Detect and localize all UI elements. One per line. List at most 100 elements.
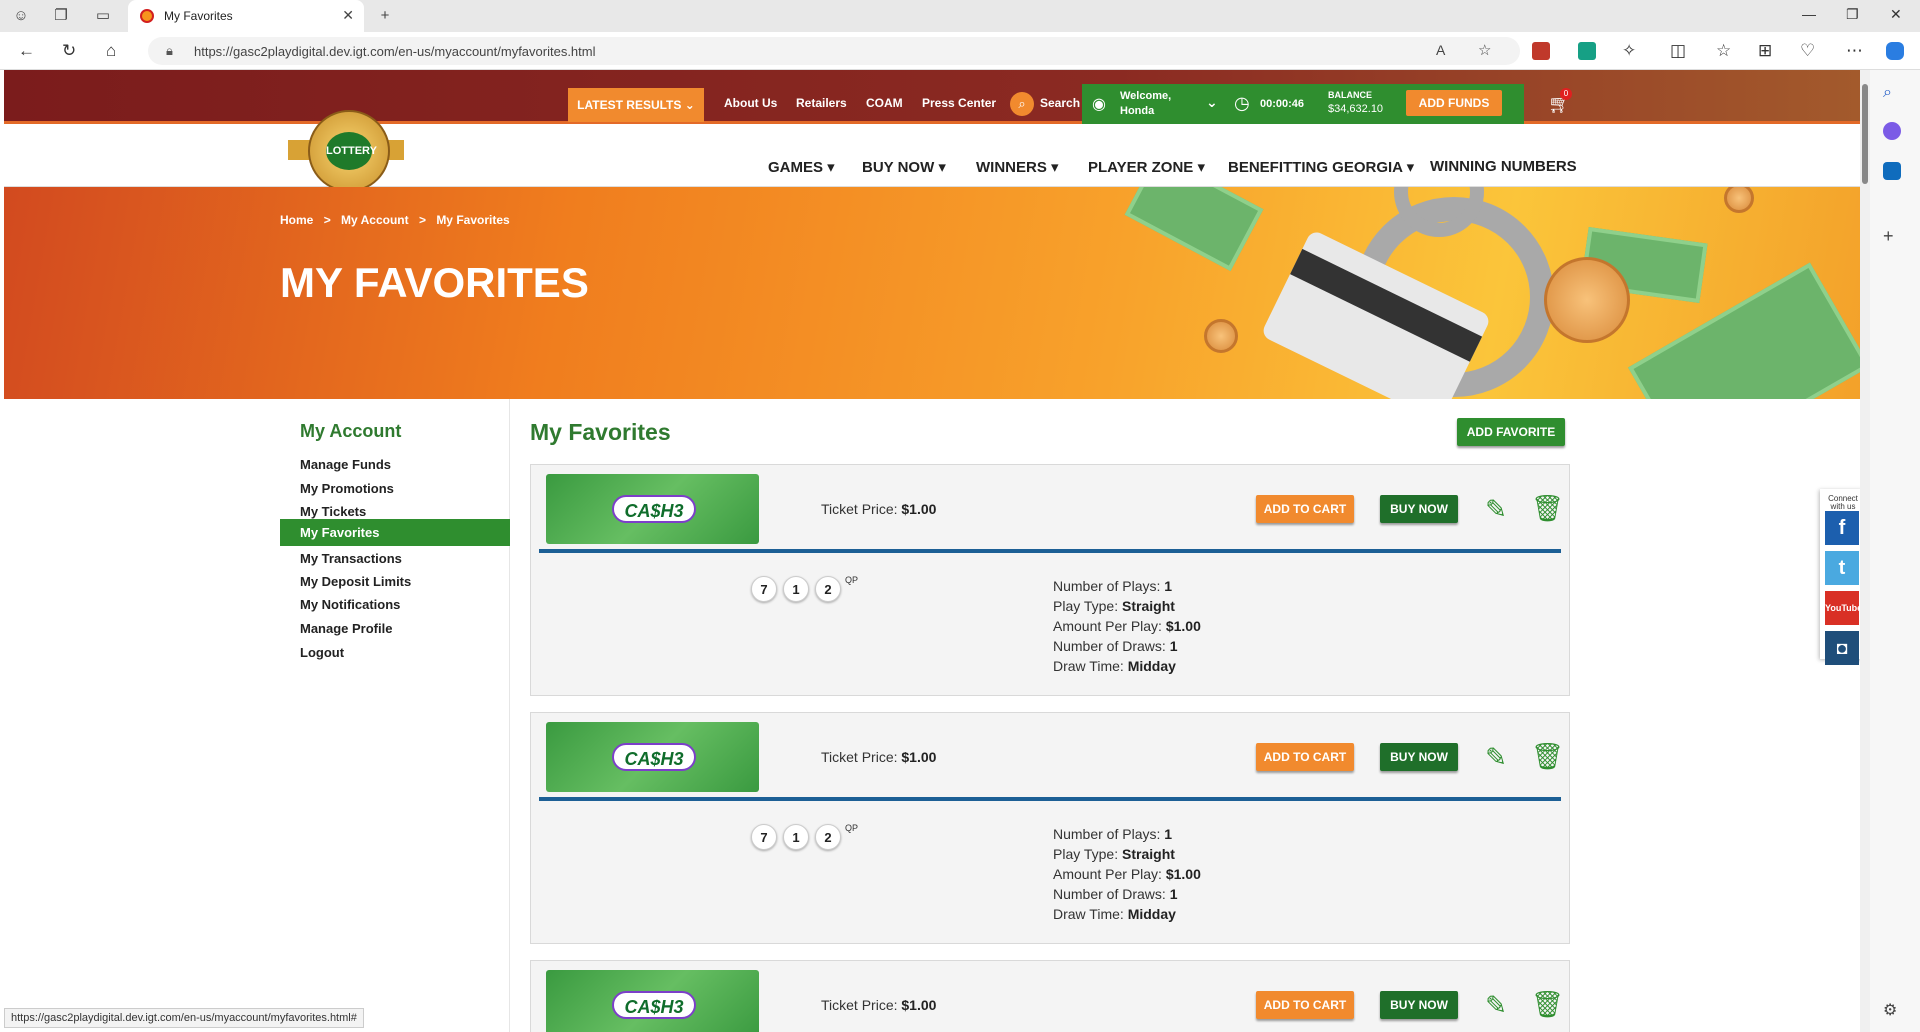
nav-winning-numbers[interactable]: WINNING NUMBERS [1430,158,1577,175]
sidebar-copilot-icon[interactable] [1883,122,1901,140]
georgia-lottery-logo[interactable]: LOTTERY [288,110,404,198]
sidebar-item-my-favorites[interactable]: My Favorites [280,519,510,546]
draws-value: 1 [1169,638,1178,654]
add-to-cart-button[interactable]: ADD TO CART [1256,743,1354,771]
plays-row: Number of Plays: 1 [1053,576,1201,596]
buy-now-button[interactable]: BUY NOW [1380,743,1458,771]
read-aloud-icon[interactable]: A [1436,42,1445,58]
tab-actions-icon[interactable]: ▭ [94,7,112,25]
add-favorite-button[interactable]: ADD FAVORITE [1457,418,1565,446]
latest-results-button[interactable]: LATEST RESULTS ⌄ [568,88,704,122]
time-label: Draw Time: [1053,658,1124,674]
restore-icon[interactable]: ❐ [1846,6,1859,23]
money-bill-image [1124,187,1264,272]
amount-value: $1.00 [1165,618,1201,634]
retailers-link[interactable]: Retailers [796,96,847,110]
edit-icon[interactable]: ✎ [1482,743,1510,771]
minimize-icon[interactable]: — [1802,6,1816,22]
web-page: LATEST RESULTS ⌄ About Us Retailers COAM… [4,70,1860,1032]
back-icon[interactable]: ← [18,41,35,61]
balance-value: $34,632.10 [1328,103,1384,115]
trash-icon[interactable]: 🗑︎ [1531,741,1564,771]
favorites-icon[interactable]: ☆ [1716,41,1731,61]
nav-buy-now[interactable]: BUY NOW ▾ [862,158,946,176]
browser-sidebar: ⌕ + ⚙ [1862,70,1920,1032]
close-tab-icon[interactable]: ✕ [342,7,354,24]
search-icon[interactable]: ⌕ [1010,92,1034,116]
trash-icon[interactable]: 🗑︎ [1531,493,1564,523]
sidebar-add-icon[interactable]: + [1883,226,1901,246]
browser-tab-strip: ☺ ❐ ▭ My Favorites ✕ + — ❐ ✕ [0,0,1920,32]
user-icon: ◉ [1092,96,1106,113]
nav-benefitting-georgia[interactable]: BENEFITTING GEORGIA ▾ [1228,158,1414,176]
browser-tab[interactable]: My Favorites ✕ [128,0,364,32]
nav-player-zone[interactable]: PLAYER ZONE ▾ [1088,158,1205,176]
sidebar-item-logout[interactable]: Logout [280,639,510,666]
favorite-star-icon[interactable]: ☆ [1478,41,1491,59]
nav-winners[interactable]: WINNERS ▾ [976,158,1059,176]
edit-icon[interactable]: ✎ [1482,495,1510,523]
time-label: Draw Time: [1053,906,1124,922]
extension-teal-icon[interactable] [1578,42,1596,60]
number-ball: 2 [815,824,841,850]
site-info-icon[interactable]: 🔒︎ [166,43,173,59]
game-logo-tile[interactable]: CA$H3 [546,722,759,792]
sidebar-item-my-notifications[interactable]: My Notifications [280,591,510,618]
time-value: Midday [1127,906,1176,922]
sidebar-search-icon[interactable]: ⌕ [1883,84,1901,102]
home-icon[interactable]: ⌂ [106,41,116,61]
breadcrumb-my-account[interactable]: My Account [341,213,409,227]
url-field[interactable]: 🔒︎ https://gasc2playdigital.dev.igt.com/… [148,37,1520,65]
type-row: Play Type: Straight [1053,844,1201,864]
nav-games[interactable]: GAMES ▾ [768,158,835,176]
settings-menu-icon[interactable]: ⋯ [1846,41,1863,61]
browser-essentials-icon[interactable]: ♡ [1800,41,1815,61]
nav-games-label: GAMES [768,159,824,176]
game-logo-tile[interactable]: CA$H3 [546,970,759,1032]
twitter-icon[interactable]: t [1825,551,1859,585]
coin-image [1204,319,1238,353]
buy-now-button[interactable]: BUY NOW [1380,495,1458,523]
sidebar-outlook-icon[interactable] [1883,162,1901,180]
game-logo-tile[interactable]: CA$H3 [546,474,759,544]
about-us-link[interactable]: About Us [724,96,777,110]
extension-red-icon[interactable] [1532,42,1550,60]
sidebar-item-manage-funds[interactable]: Manage Funds [280,451,510,478]
connect-label: Connect with us [1828,494,1858,511]
ticket-price-value: $1.00 [901,501,937,517]
edit-icon[interactable]: ✎ [1482,991,1510,1019]
refresh-icon[interactable]: ↻ [62,41,76,61]
buy-now-button[interactable]: BUY NOW [1380,991,1458,1019]
url-text: https://gasc2playdigital.dev.igt.com/en-… [194,44,596,59]
extensions-icon[interactable]: ✧ [1622,41,1636,61]
page-scrollbar[interactable] [1860,70,1870,1032]
add-funds-button[interactable]: ADD FUNDS [1406,90,1502,116]
amount-label: Amount Per Play: [1053,618,1162,634]
new-tab-icon[interactable]: + [376,7,394,25]
collections-icon[interactable]: ⊞ [1758,41,1772,61]
ticket-price-label: Ticket Price: [821,501,898,517]
add-to-cart-button[interactable]: ADD TO CART [1256,495,1354,523]
trash-icon[interactable]: 🗑︎ [1531,989,1564,1019]
coin-image [1724,187,1754,213]
coam-link[interactable]: COAM [866,96,903,110]
welcome-menu[interactable]: ◉ Welcome, Honda ⌄ [1082,84,1228,124]
sidebar-settings-icon[interactable]: ⚙ [1883,1000,1901,1019]
sidebar-item-manage-profile[interactable]: Manage Profile [280,615,510,642]
profile-avatar-icon[interactable]: ☺ [12,7,30,25]
breadcrumb-home[interactable]: Home [280,213,313,227]
search-link[interactable]: Search [1040,96,1080,110]
scrollbar-thumb[interactable] [1862,84,1868,184]
facebook-icon[interactable]: f [1825,511,1859,545]
coin-image [1544,257,1630,343]
youtube-icon[interactable]: YouTube [1825,591,1860,625]
instagram-icon[interactable]: ◘ [1825,631,1859,665]
add-to-cart-button[interactable]: ADD TO CART [1256,991,1354,1019]
link-status-bar: https://gasc2playdigital.dev.igt.com/en-… [4,1008,364,1028]
press-center-link[interactable]: Press Center [922,96,996,110]
close-window-icon[interactable]: ✕ [1890,6,1902,23]
copilot-icon[interactable] [1886,42,1904,60]
split-screen-icon[interactable]: ◫ [1670,41,1686,61]
number-ball: 1 [783,824,809,850]
workspaces-icon[interactable]: ❐ [52,7,70,25]
